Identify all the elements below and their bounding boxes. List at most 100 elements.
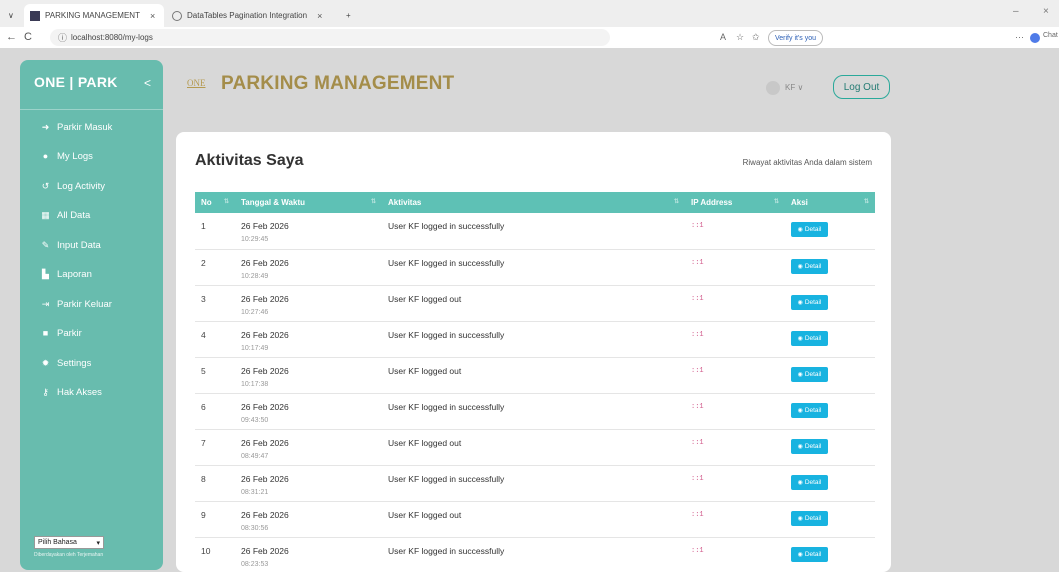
verify-label: Verify it's you bbox=[775, 34, 817, 42]
logout-button[interactable]: Log Out bbox=[833, 75, 890, 99]
tab-list-button[interactable]: ∨ bbox=[2, 4, 20, 27]
close-tab-icon[interactable]: × bbox=[317, 11, 322, 21]
detail-button[interactable]: ◉ Detail bbox=[791, 258, 828, 274]
app-logo[interactable]: ONE bbox=[187, 78, 206, 88]
sign-out-icon: ⇥ bbox=[41, 298, 50, 309]
sidebar-item-my-logs[interactable]: ● My Logs bbox=[40, 149, 93, 163]
row-activity: User KF logged in successfully bbox=[388, 545, 505, 556]
sidebar-item-parkir[interactable]: ■ Parkir bbox=[40, 326, 82, 340]
new-tab-button[interactable]: + bbox=[340, 4, 357, 27]
gear-icon: ✹ bbox=[41, 357, 50, 368]
close-window-icon[interactable]: × bbox=[1043, 6, 1049, 17]
sidebar-item-log-activity[interactable]: ↺ Log Activity bbox=[40, 179, 105, 193]
row-number: 7 bbox=[201, 437, 206, 448]
detail-button[interactable]: ◉ Detail bbox=[791, 438, 828, 454]
detail-label: Detail bbox=[804, 334, 822, 342]
eye-icon: ◉ bbox=[797, 479, 803, 486]
detail-button[interactable]: ◉ Detail bbox=[791, 294, 828, 310]
detail-button[interactable]: ◉ Detail bbox=[791, 474, 828, 490]
user-menu[interactable]: KF ∨ bbox=[785, 83, 803, 92]
sidebar-item-label: Settings bbox=[57, 357, 92, 369]
card-subtitle: Riwayat aktivitas Anda dalam sistem bbox=[742, 158, 872, 167]
detail-label: Detail bbox=[804, 550, 822, 558]
translate-credit[interactable]: Diberdayakan oleh Terjemahan bbox=[34, 552, 103, 558]
column-header-activity[interactable]: Aktivitas ⇅ bbox=[382, 192, 685, 213]
row-date: 26 Feb 2026 bbox=[241, 293, 289, 304]
column-header-datetime[interactable]: Tanggal & Waktu ⇅ bbox=[235, 192, 382, 213]
row-date: 26 Feb 2026 bbox=[241, 329, 289, 340]
site-favicon-icon bbox=[30, 10, 40, 21]
row-time: 08:49:47 bbox=[241, 452, 269, 460]
detail-button[interactable]: ◉ Detail bbox=[791, 546, 828, 562]
sidebar-item-label: Laporan bbox=[57, 268, 92, 280]
row-action: ◉ Detail bbox=[785, 357, 875, 393]
detail-label: Detail bbox=[804, 478, 822, 486]
column-header-action[interactable]: Aksi ⇅ bbox=[785, 192, 875, 213]
sidebar-item-all-data[interactable]: ▦ All Data bbox=[40, 208, 90, 222]
detail-label: Detail bbox=[804, 298, 822, 306]
row-datetime: 26 Feb 2026 10:29:45 bbox=[235, 213, 382, 249]
detail-button[interactable]: ◉ Detail bbox=[791, 402, 828, 418]
sidebar-item-input-data[interactable]: ✎ Input Data bbox=[40, 238, 101, 252]
favorite-star-icon[interactable]: ☆ bbox=[736, 32, 744, 43]
eye-icon: ◉ bbox=[797, 227, 803, 233]
table-row: 8 26 Feb 2026 08:31:21 User KF logged in su… bbox=[195, 465, 875, 501]
avatar[interactable] bbox=[766, 81, 780, 95]
detail-button[interactable]: ◉ Detail bbox=[791, 222, 828, 237]
sidebar-item-hak-akses[interactable]: ⚷ Hak Akses bbox=[40, 385, 102, 399]
detail-button[interactable]: ◉ Detail bbox=[791, 366, 828, 382]
row-ip-address: ::1 bbox=[691, 402, 704, 411]
row-action: ◉ Detail bbox=[785, 429, 875, 465]
detail-label: Detail bbox=[804, 370, 822, 378]
sidebar-item-label: My Logs bbox=[57, 150, 93, 162]
detail-label: Detail bbox=[804, 226, 822, 233]
close-tab-icon[interactable]: × bbox=[150, 11, 155, 21]
row-ip-address: ::1 bbox=[691, 546, 704, 555]
sidebar: ONE | PARK < ➜ Parkir Masuk ● My Logs ↺ … bbox=[20, 60, 163, 570]
row-action: ◉ Detail bbox=[785, 249, 875, 285]
more-icon[interactable]: ··· bbox=[1015, 32, 1024, 42]
row-number: 2 bbox=[201, 257, 206, 268]
row-time: 10:28:49 bbox=[241, 272, 269, 280]
sidebar-brand[interactable]: ONE | PARK bbox=[34, 74, 118, 90]
column-header-no[interactable]: No ⇅ bbox=[195, 192, 235, 213]
collapse-sidebar-icon[interactable]: < bbox=[144, 76, 151, 90]
row-action: ◉ Detail bbox=[785, 285, 875, 321]
row-action: ◉ Detail bbox=[785, 213, 875, 249]
row-date: 26 Feb 2026 bbox=[241, 437, 289, 448]
browser-tab-datatables[interactable]: DataTables Pagination Integration × bbox=[166, 4, 336, 27]
browser-tab-parking[interactable]: PARKING MANAGEMENT × bbox=[24, 4, 164, 27]
read-aloud-icon[interactable]: A bbox=[720, 32, 726, 42]
copilot-label[interactable]: Chat bbox=[1043, 32, 1058, 39]
row-datetime: 26 Feb 2026 10:17:38 bbox=[235, 357, 382, 393]
favorites-icon[interactable]: ✩ bbox=[752, 32, 760, 43]
row-ip-address: ::1 bbox=[691, 222, 704, 230]
language-select[interactable]: Pilih Bahasa ▾ bbox=[34, 536, 104, 549]
sort-icon: ⇅ bbox=[773, 199, 779, 205]
reload-icon[interactable]: C bbox=[24, 31, 32, 43]
row-action: ◉ Detail bbox=[785, 465, 875, 501]
row-datetime: 26 Feb 2026 08:23:53 bbox=[235, 537, 382, 572]
detail-button[interactable]: ◉ Detail bbox=[791, 510, 828, 526]
copilot-icon[interactable] bbox=[1030, 33, 1040, 43]
url-field[interactable]: ⓘ localhost:8080/my-logs bbox=[50, 29, 610, 46]
row-ip-address: ::1 bbox=[691, 474, 704, 483]
row-ip-address: ::1 bbox=[691, 330, 704, 339]
row-action: ◉ Detail bbox=[785, 501, 875, 537]
verify-button[interactable]: Verify it's you bbox=[768, 30, 824, 46]
sidebar-item-settings[interactable]: ✹ Settings bbox=[40, 356, 92, 370]
row-time: 08:30:56 bbox=[241, 524, 269, 532]
detail-button[interactable]: ◉ Detail bbox=[791, 330, 828, 346]
minimize-icon[interactable]: – bbox=[1013, 6, 1019, 17]
eye-icon: ◉ bbox=[797, 263, 803, 270]
card-title: Aktivitas Saya bbox=[195, 152, 304, 169]
sidebar-item-parkir-keluar[interactable]: ⇥ Parkir Keluar bbox=[40, 297, 112, 311]
sidebar-item-label: Hak Akses bbox=[57, 386, 102, 398]
row-time: 09:43:50 bbox=[241, 416, 269, 424]
row-datetime: 26 Feb 2026 08:49:47 bbox=[235, 429, 382, 465]
row-datetime: 26 Feb 2026 09:43:50 bbox=[235, 393, 382, 429]
sidebar-item-laporan[interactable]: ▙ Laporan bbox=[40, 267, 92, 281]
column-header-ip[interactable]: IP Address ⇅ bbox=[685, 192, 785, 213]
back-icon[interactable]: ← bbox=[6, 31, 17, 43]
sidebar-item-parkir-masuk[interactable]: ➜ Parkir Masuk bbox=[40, 120, 113, 134]
